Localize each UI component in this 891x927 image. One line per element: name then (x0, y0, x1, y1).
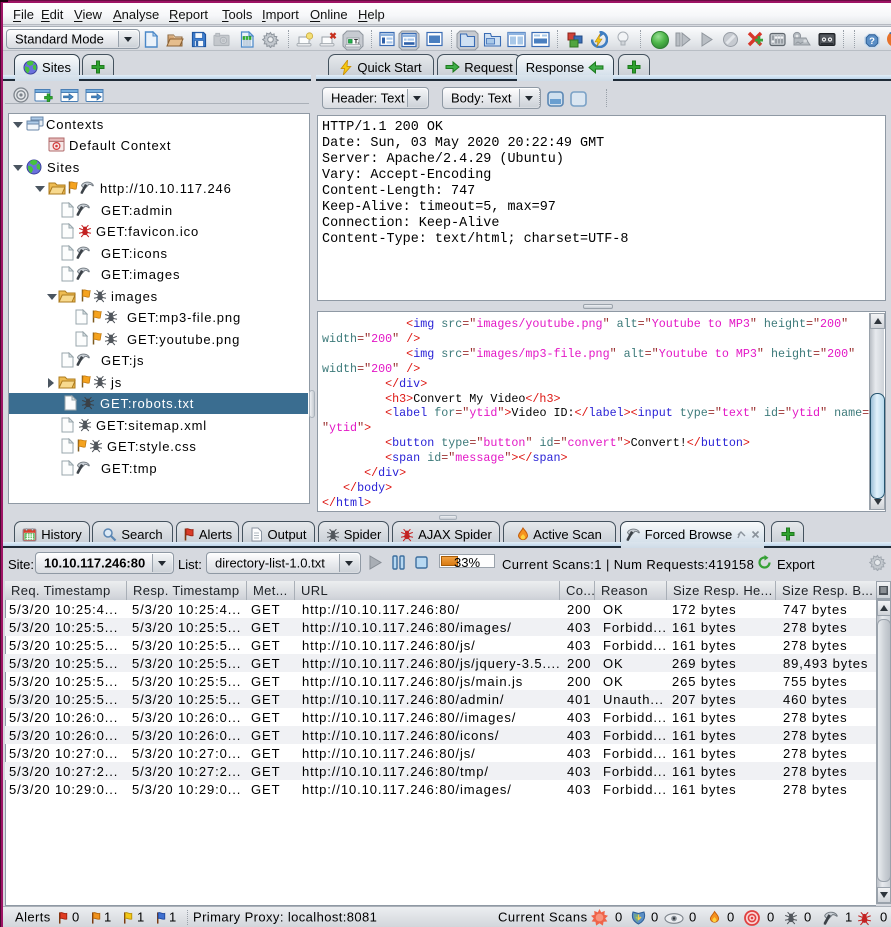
svg-text:T.: T. (354, 38, 359, 45)
svg-text:?: ? (869, 36, 875, 47)
